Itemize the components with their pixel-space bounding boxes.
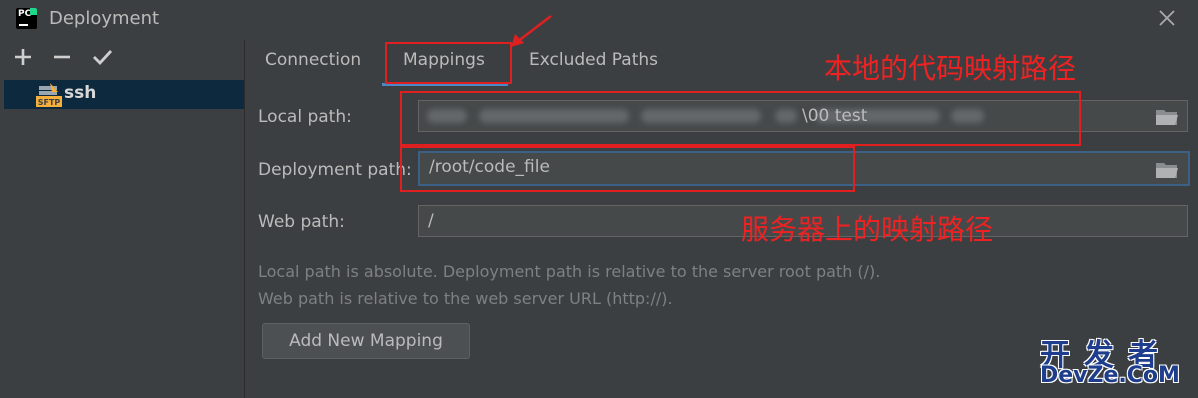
local-path-highlight	[400, 91, 1081, 146]
hint-line-2: Web path is relative to the web server U…	[258, 289, 673, 308]
hint-line-1: Local path is absolute. Deployment path …	[258, 262, 881, 281]
tab-connection[interactable]: Connection	[265, 50, 361, 70]
folder-browse-icon[interactable]	[1155, 107, 1179, 127]
close-icon[interactable]	[1157, 8, 1177, 28]
red-arrow-icon	[511, 15, 552, 47]
server-list-panel: SFTP ssh	[4, 40, 245, 398]
sftp-server-icon: SFTP	[36, 83, 62, 107]
window-title: Deployment	[49, 8, 160, 29]
deployment-path-highlight	[400, 146, 855, 192]
mappings-tab-highlight	[385, 42, 512, 84]
tab-excluded-paths[interactable]: Excluded Paths	[529, 50, 658, 70]
web-path-value: /	[428, 211, 434, 231]
title-bar: PC Deployment	[0, 0, 1198, 40]
local-path-label: Local path:	[258, 107, 352, 127]
remove-icon[interactable]	[51, 46, 73, 68]
annotation-local: 本地的代码映射路径	[824, 52, 1077, 85]
folder-browse-icon[interactable]	[1155, 160, 1179, 180]
deployment-path-label: Deployment path:	[258, 160, 412, 180]
watermark-en: DevZe.CoM	[1040, 363, 1180, 388]
annotation-remote: 服务器上的映射路径	[741, 213, 994, 246]
svg-text:SFTP: SFTP	[38, 98, 61, 107]
server-item-ssh[interactable]: SFTP ssh	[4, 80, 244, 109]
web-path-label: Web path:	[258, 212, 345, 232]
server-label: ssh	[64, 83, 97, 103]
check-icon[interactable]	[91, 46, 113, 68]
pycharm-logo-icon: PC	[16, 8, 37, 29]
add-icon[interactable]	[12, 46, 34, 68]
add-new-mapping-button[interactable]: Add New Mapping	[262, 323, 470, 359]
